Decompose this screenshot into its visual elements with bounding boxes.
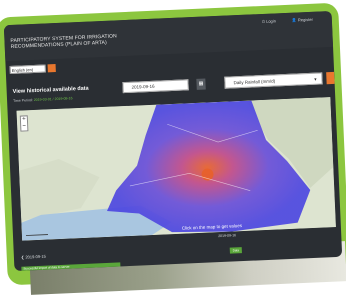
variable-action-button[interactable] [326,71,335,85]
login-link[interactable]: ⏻ Login [262,18,276,24]
language-select[interactable]: English (en) [9,64,46,75]
calendar-button[interactable]: ▦ [196,78,206,90]
zoom-out-button[interactable]: − [21,123,27,130]
login-icon: ⏻ [261,18,266,25]
register-label: Register [297,16,313,23]
register-link[interactable]: 👤 Register [292,17,313,23]
language-go-button[interactable] [47,64,56,73]
variable-select-value: Daily Rainfall (mm/d) [233,78,276,86]
login-label: Login [266,18,277,24]
time-period: Time Period: 2019-03-01 / 2019-09-16 [13,96,73,103]
variable-select[interactable]: Daily Rainfall (mm/d) ▼ [224,72,323,89]
date-input[interactable]: 2019-09-16 [122,79,189,94]
calendar-icon: ▦ [198,80,204,87]
app-title: PARTICIPATORY SYSTEM FOR IRRIGATION RECO… [10,33,117,50]
previous-day-link[interactable]: ❮ 2019-09-15 [21,254,46,260]
time-period-label: Time Period: [13,98,33,103]
zoom-control[interactable]: + − [19,115,29,132]
data-badge[interactable]: Data [229,247,242,254]
app-screen: PARTICIPATORY SYSTEM FOR IRRIGATION RECO… [3,10,343,272]
map-canvas [16,97,336,241]
user-icon: 👤 [291,17,297,23]
chevron-down-icon: ▼ [313,76,318,82]
map-date: 2019-09-16 [218,233,237,239]
history-title: View historical available data [12,85,89,95]
rainfall-map[interactable]: + − [16,97,336,241]
time-period-value: 2019-03-01 / 2019-09-16 [33,96,73,103]
photo-frame: PARTICIPATORY SYSTEM FOR IRRIGATION RECO… [0,0,346,295]
